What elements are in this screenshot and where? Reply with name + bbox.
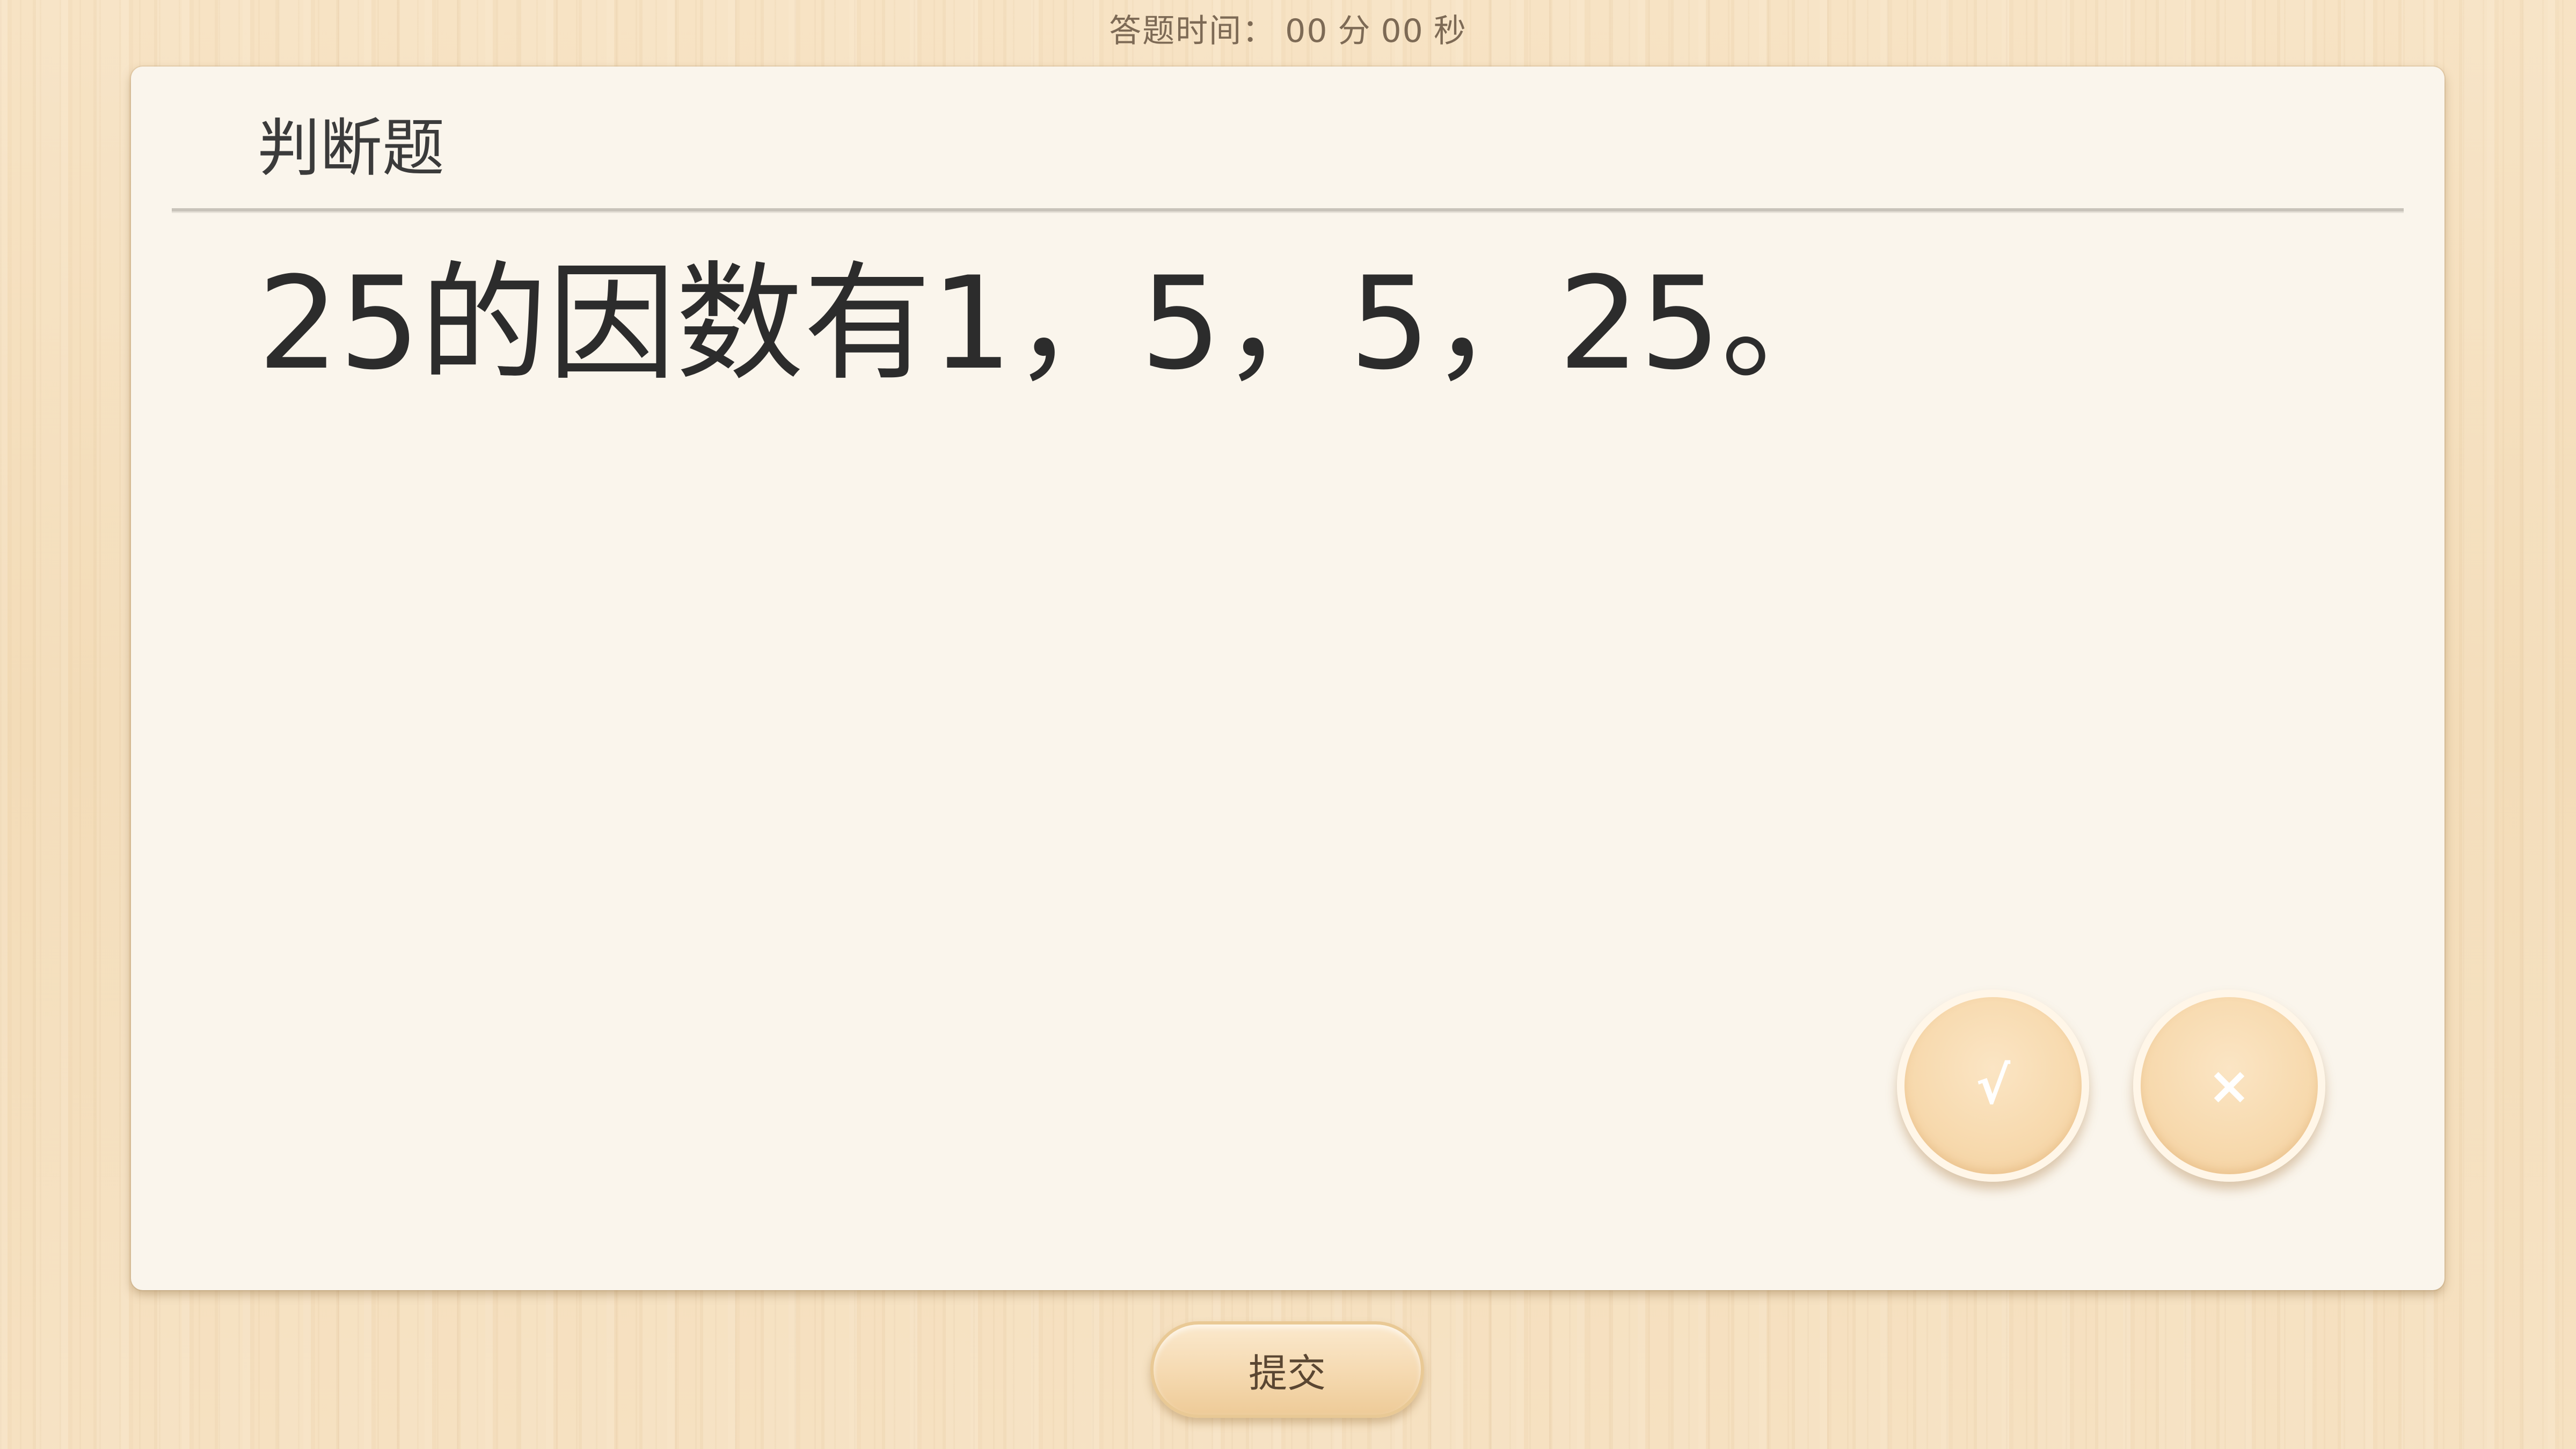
true-answer-button[interactable]: √ (1897, 990, 2089, 1182)
check-icon: √ (1975, 1056, 2011, 1116)
cross-icon: × (2207, 1056, 2251, 1116)
answer-timer: 答题时间： 00 分 00 秒 (0, 10, 2576, 53)
timer-minutes-unit: 分 (1338, 12, 1371, 50)
timer-minutes: 00 (1285, 12, 1329, 50)
question-type-title: 判断题 (258, 112, 444, 185)
timer-label: 答题时间： (1109, 12, 1276, 50)
question-text: 25的因数有1，5，5，25。 (258, 250, 1849, 398)
header-divider (172, 208, 2404, 213)
false-answer-button[interactable]: × (2133, 990, 2325, 1182)
timer-seconds: 00 (1381, 12, 1424, 50)
question-card: 判断题 25的因数有1，5，5，25。 √ × (131, 67, 2444, 1290)
timer-seconds-unit: 秒 (1433, 12, 1467, 50)
submit-label: 提交 (1248, 1350, 1326, 1396)
submit-button[interactable]: 提交 (1150, 1321, 1424, 1418)
